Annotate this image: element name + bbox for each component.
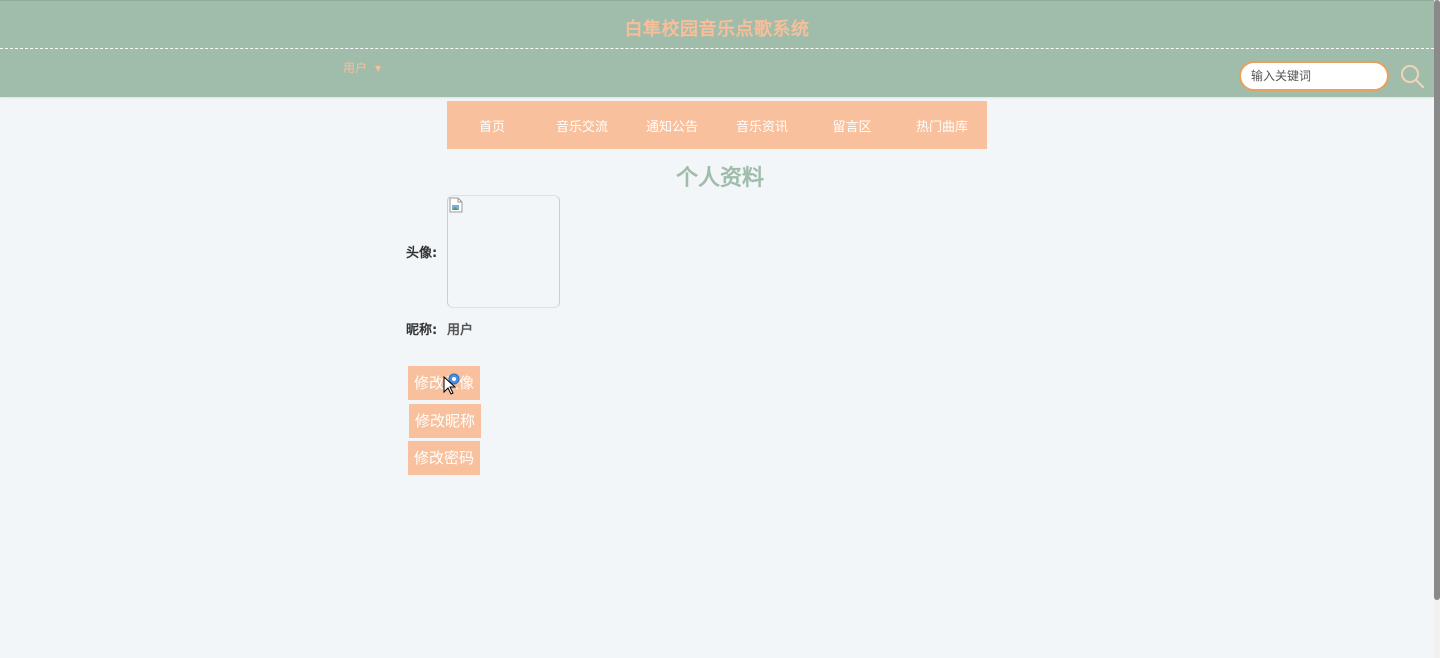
nav-item-music-news[interactable]: 音乐资讯 <box>717 116 807 135</box>
nickname-value: 用户 <box>447 323 474 338</box>
user-menu-label: 用户 <box>343 61 368 75</box>
header-divider <box>0 48 1434 49</box>
nav-item-music-exchange[interactable]: 音乐交流 <box>537 116 627 135</box>
nickname-label: 昵称: <box>406 323 438 338</box>
vertical-scrollbar[interactable] <box>1434 0 1440 658</box>
user-menu[interactable]: 用户 ▼ <box>343 59 381 76</box>
caret-down-icon: ▼ <box>375 63 382 73</box>
change-password-button[interactable]: 修改密码 <box>408 441 480 475</box>
nav-item-announcements[interactable]: 通知公告 <box>627 116 717 135</box>
page-title: 个人资料 <box>675 166 764 191</box>
main-nav: 首页 音乐交流 通知公告 音乐资讯 留言区 热门曲库 <box>447 101 987 149</box>
scrollbar-thumb[interactable] <box>1434 0 1440 600</box>
top-header: 白隼校园音乐点歌系统 用户 ▼ <box>0 0 1434 97</box>
search-input[interactable] <box>1239 61 1389 91</box>
nav-item-message-board[interactable]: 留言区 <box>807 116 897 135</box>
avatar-label: 头像: <box>406 246 438 261</box>
nav-item-home[interactable]: 首页 <box>447 116 537 135</box>
avatar <box>447 195 560 308</box>
change-nickname-button[interactable]: 修改昵称 <box>409 404 481 438</box>
mouse-cursor-icon <box>443 373 460 395</box>
site-title: 白隼校园音乐点歌系统 <box>624 19 810 40</box>
nav-item-hot-songs[interactable]: 热门曲库 <box>897 116 987 135</box>
broken-image-icon <box>449 197 463 213</box>
search-icon[interactable] <box>1399 63 1425 89</box>
